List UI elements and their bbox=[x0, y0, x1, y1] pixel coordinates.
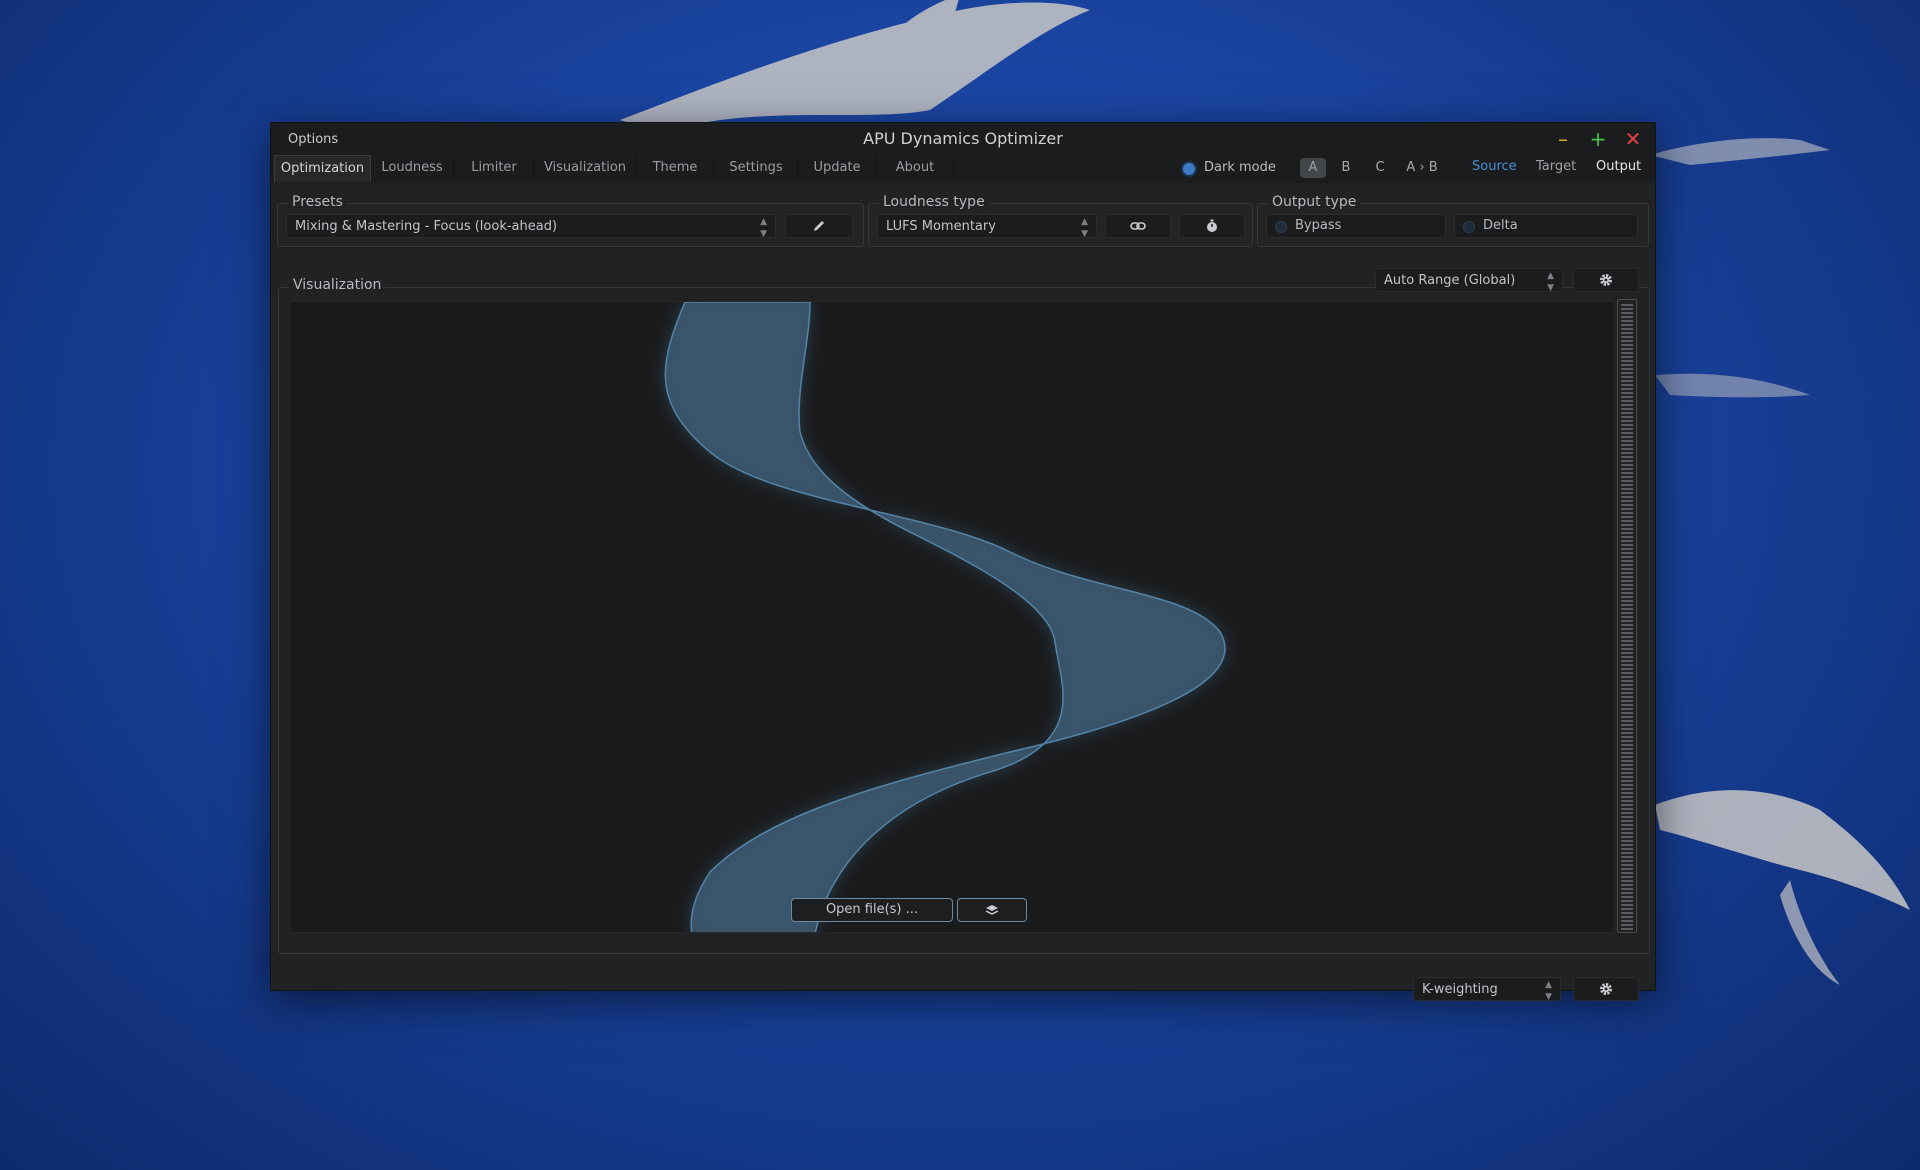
slot-c-button[interactable]: C bbox=[1367, 158, 1393, 178]
view-output-button[interactable]: Output bbox=[1596, 159, 1641, 174]
preset-select[interactable]: Mixing & Mastering - Focus (look-ahead) … bbox=[286, 214, 776, 239]
app-title: APU Dynamics Optimizer bbox=[863, 129, 1063, 148]
view-source-button[interactable]: Source bbox=[1472, 159, 1517, 174]
presets-title: Presets bbox=[288, 194, 347, 210]
level-meter bbox=[1617, 299, 1637, 933]
loudness-type-select[interactable]: LUFS Momentary ▲ ▼ bbox=[877, 214, 1097, 239]
visualization-settings-button[interactable] bbox=[1573, 268, 1639, 292]
tab-bar: Optimization Loudness Limiter Visualizat… bbox=[271, 155, 1655, 183]
tab-update[interactable]: Update bbox=[799, 155, 876, 181]
tab-optimization[interactable]: Optimization bbox=[274, 155, 371, 182]
pencil-icon bbox=[814, 221, 824, 231]
tab-theme[interactable]: Theme bbox=[637, 155, 714, 181]
select-arrows-icon: ▲ ▼ bbox=[760, 217, 767, 239]
tab-settings[interactable]: Settings bbox=[715, 155, 798, 181]
options-menu[interactable]: Options bbox=[288, 132, 338, 147]
output-type-group: Output type Bypass Delta bbox=[1257, 194, 1649, 247]
minimize-button[interactable]: – bbox=[1551, 127, 1575, 151]
visualization-title: Visualization bbox=[289, 277, 386, 293]
weighting-select[interactable]: K-weighting ▲ ▼ bbox=[1413, 977, 1561, 1002]
link-icon bbox=[1130, 222, 1146, 230]
loudness-type-group: Loudness type LUFS Momentary ▲ ▼ bbox=[868, 194, 1253, 247]
slot-a-button[interactable]: A bbox=[1300, 158, 1326, 178]
title-bar: Options APU Dynamics Optimizer – + ✕ bbox=[271, 123, 1655, 155]
range-select[interactable]: Auto Range (Global) ▲ ▼ bbox=[1375, 268, 1563, 293]
select-arrows-icon: ▲ ▼ bbox=[1547, 271, 1554, 293]
tab-loudness[interactable]: Loudness bbox=[371, 155, 454, 181]
tab-limiter[interactable]: Limiter bbox=[455, 155, 534, 181]
output-type-title: Output type bbox=[1268, 194, 1361, 210]
slot-b-button[interactable]: B bbox=[1333, 158, 1359, 178]
gear-icon bbox=[1600, 983, 1612, 995]
bypass-radio-dot bbox=[1275, 221, 1287, 233]
bypass-radio[interactable]: Bypass bbox=[1266, 214, 1446, 238]
maximize-button[interactable]: + bbox=[1586, 127, 1610, 151]
select-arrows-icon: ▲ ▼ bbox=[1545, 980, 1552, 1002]
app-window: Options APU Dynamics Optimizer – + ✕ Opt… bbox=[270, 122, 1656, 1002]
delta-radio-dot bbox=[1463, 221, 1475, 233]
link-button[interactable] bbox=[1105, 214, 1171, 238]
close-button[interactable]: ✕ bbox=[1621, 127, 1645, 151]
layers-icon bbox=[985, 905, 999, 915]
open-files-button[interactable]: Open file(s) ... bbox=[791, 898, 953, 922]
dark-mode-radio[interactable] bbox=[1183, 163, 1195, 175]
footer-settings-button[interactable] bbox=[1573, 977, 1639, 1001]
loudness-type-value: LUFS Momentary bbox=[886, 219, 996, 234]
edit-preset-button[interactable] bbox=[785, 214, 853, 238]
select-arrows-icon: ▲ ▼ bbox=[1081, 217, 1088, 239]
copy-a-to-b-button[interactable]: A › B bbox=[1402, 158, 1442, 178]
tab-about[interactable]: About bbox=[877, 155, 954, 181]
stopwatch-icon bbox=[1207, 219, 1217, 232]
visualization-canvas[interactable] bbox=[289, 301, 1615, 933]
gear-icon bbox=[1600, 274, 1612, 286]
tab-visualization[interactable]: Visualization bbox=[535, 155, 636, 181]
delta-label: Delta bbox=[1483, 218, 1518, 233]
dark-mode-label[interactable]: Dark mode bbox=[1204, 160, 1276, 175]
view-target-button[interactable]: Target bbox=[1536, 159, 1576, 174]
dynamics-curve bbox=[664, 302, 1226, 932]
preset-select-value: Mixing & Mastering - Focus (look-ahead) bbox=[295, 219, 558, 234]
delta-radio[interactable]: Delta bbox=[1454, 214, 1638, 238]
weighting-select-value: K-weighting bbox=[1422, 982, 1498, 997]
range-select-value: Auto Range (Global) bbox=[1384, 273, 1516, 288]
timer-button[interactable] bbox=[1179, 214, 1245, 238]
layers-button[interactable] bbox=[957, 898, 1027, 922]
loudness-type-title: Loudness type bbox=[879, 194, 989, 210]
presets-group: Presets Mixing & Mastering - Focus (look… bbox=[277, 194, 864, 247]
bypass-label: Bypass bbox=[1295, 218, 1342, 233]
status-bar: K-weighting ▲ ▼ bbox=[271, 953, 1655, 1002]
